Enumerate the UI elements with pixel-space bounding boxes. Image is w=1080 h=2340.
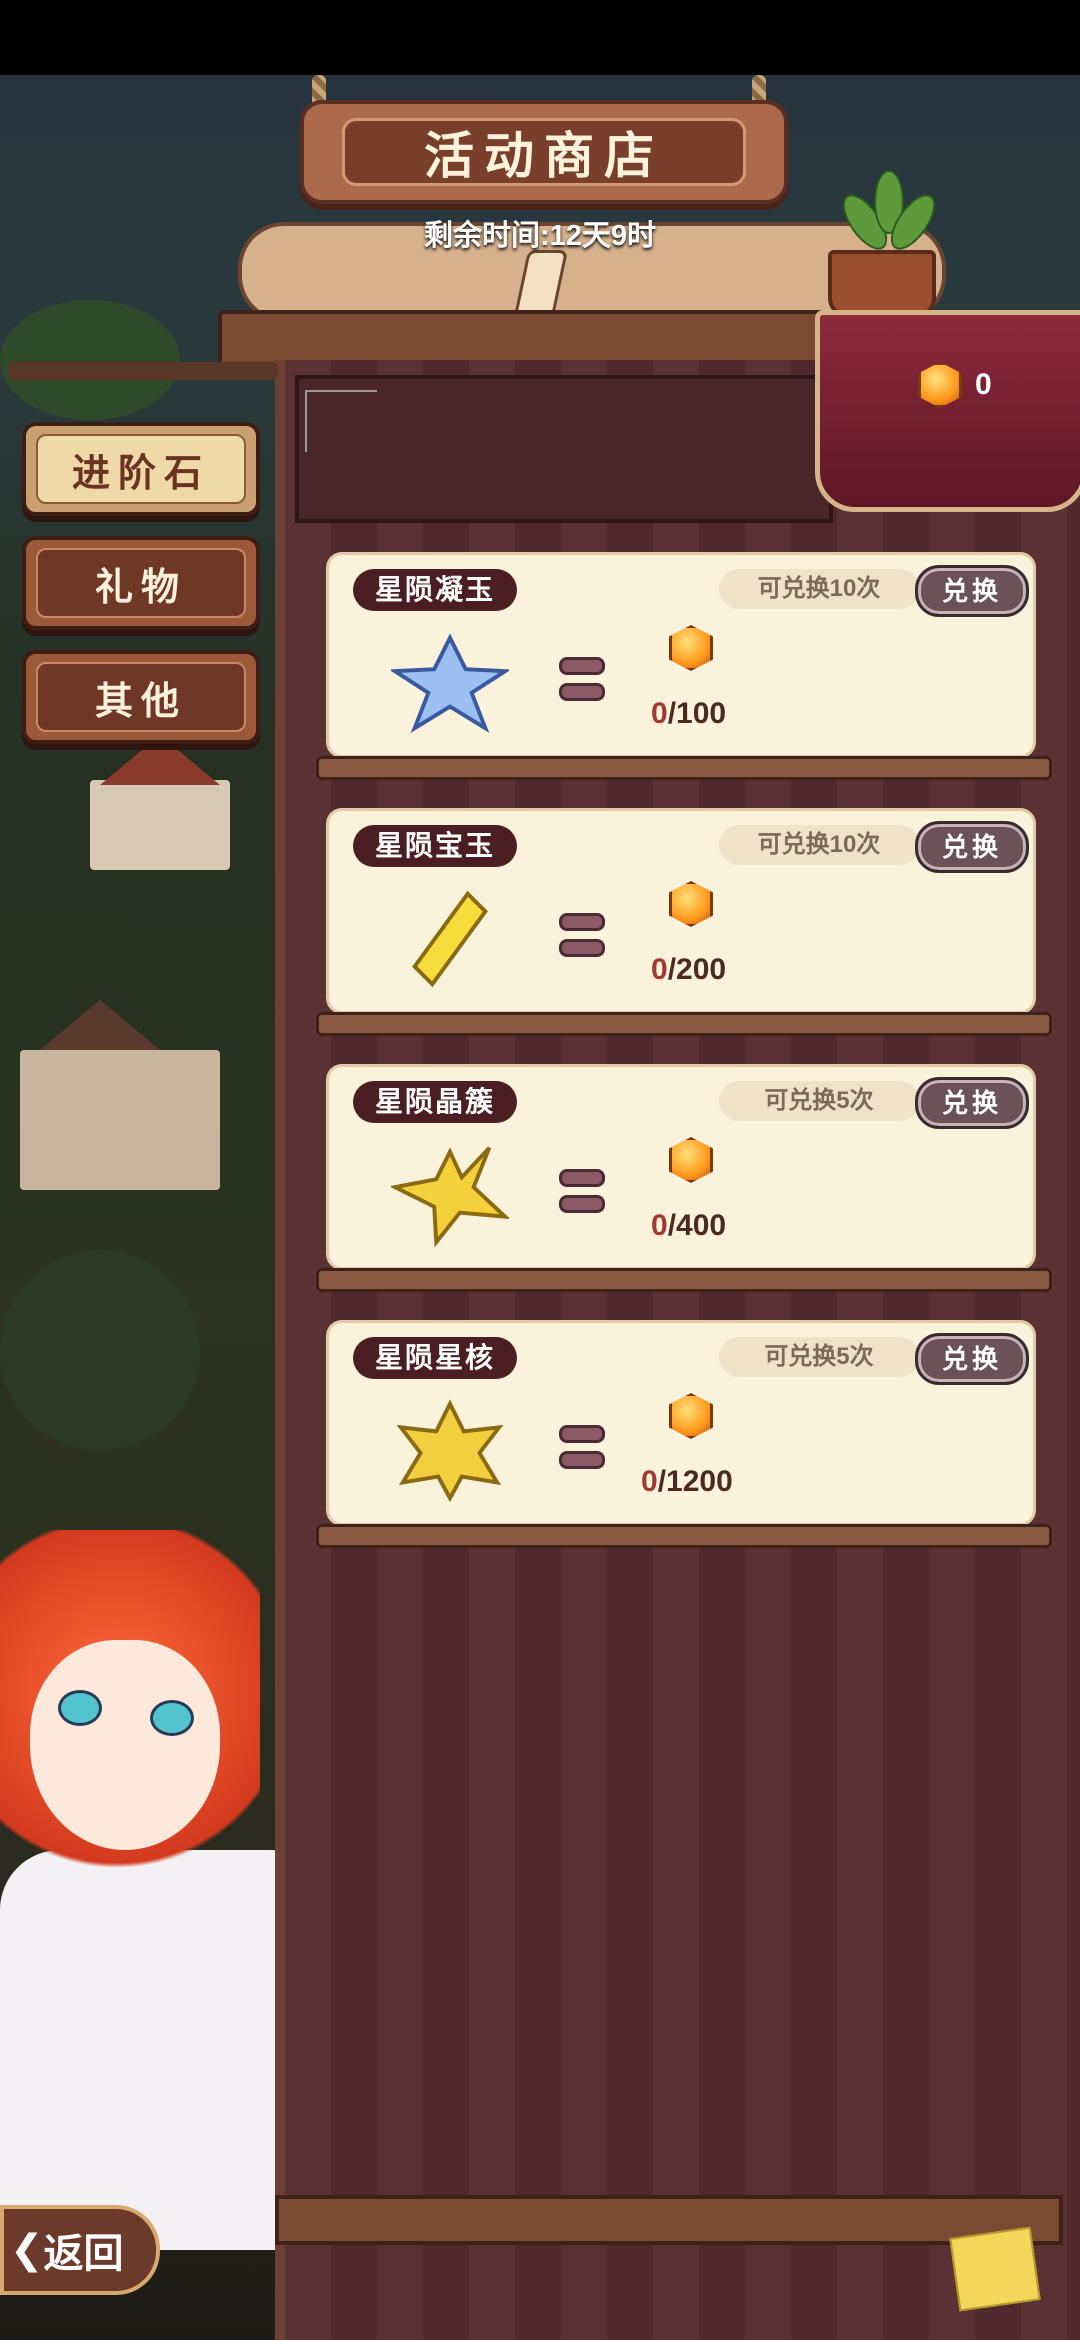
house-decoration [90,780,230,870]
equals-icon [559,1169,605,1221]
remaining-time: 剩余时间:12天9时 [423,220,657,252]
character-eye [58,1690,102,1726]
character-face [30,1640,220,1850]
card-shelf [316,1012,1052,1036]
cluster-crystal-icon [391,1146,509,1247]
equals-icon [559,913,605,965]
owned-count: 0 [651,1209,668,1242]
shop-item-card: 星陨凝玉 可兑换10次 兑换 0/100 [326,552,1036,758]
core-crystal-icon [396,1399,504,1503]
owned-count: 0 [651,953,668,986]
item-cost: 0/200 [651,953,726,987]
chevron-left-icon: ❮ [10,2228,44,2272]
required-count: /1200 [657,1465,733,1498]
house-decoration [20,1050,220,1190]
exchange-button[interactable]: 兑换 [915,821,1029,873]
plant-pot [828,250,936,318]
tab-bracket [8,362,278,380]
shop-title-sign: 活动商店 [300,100,788,204]
shop-item-card: 星陨宝玉 可兑换10次 兑换 0/200 [326,808,1036,1014]
exchange-button[interactable]: 兑换 [915,1333,1029,1385]
orange-gem-icon [669,1137,713,1183]
sticky-note-icon[interactable] [949,2226,1041,2312]
cobweb-decoration [305,390,377,452]
tab-other[interactable]: 其他 [22,650,260,744]
currency-panel [815,310,1080,512]
tab-gift[interactable]: 礼物 [22,536,260,630]
back-label: 返回 [43,2232,124,2276]
back-button[interactable]: ❮ 返回 [0,2205,160,2295]
exchange-limit: 可兑换10次 [719,569,919,609]
tree-decoration [0,300,180,420]
character-eye [150,1700,194,1736]
exchange-limit: 可兑换5次 [719,1081,919,1121]
currency-count: 0 [975,368,992,401]
exchange-limit: 可兑换10次 [719,825,919,865]
shop-item-card: 星陨晶簇 可兑换5次 兑换 0/400 [326,1064,1036,1270]
required-count: /400 [667,1209,727,1242]
diamond-crystal-icon [412,890,488,988]
equals-icon [559,657,605,709]
item-cost: 0/400 [651,1209,726,1243]
owned-count: 0 [651,697,668,730]
required-count: /100 [667,697,727,730]
tab-advance-stone[interactable]: 进阶石 [22,422,260,516]
owned-count: 0 [641,1465,658,1498]
shop-item-card: 星陨星核 可兑换5次 兑换 0/1200 [326,1320,1036,1526]
equals-icon [559,1425,605,1477]
tab-label: 进阶石 [36,434,246,504]
cabinet-floor [275,2195,1063,2245]
item-cost: 0/1200 [641,1465,733,1499]
shop-title: 活动商店 [342,118,746,186]
exchange-button[interactable]: 兑换 [915,1077,1029,1129]
tab-label: 礼物 [36,548,246,618]
card-shelf [316,1524,1052,1548]
roof-decoration [40,1000,160,1050]
card-shelf [316,1268,1052,1292]
exchange-limit: 可兑换5次 [719,1337,919,1377]
tab-label: 其他 [36,662,246,732]
item-name: 星陨星核 [353,1337,518,1379]
orange-gem-icon [669,881,713,927]
tree-decoration [0,1250,200,1450]
item-name: 星陨晶簇 [353,1081,518,1123]
required-count: /200 [667,953,727,986]
orange-gem-icon [669,1393,713,1439]
star-crystal-icon [391,633,509,733]
item-cost: 0/100 [651,697,726,731]
card-shelf [316,756,1052,780]
item-name: 星陨凝玉 [353,569,518,611]
status-bar [0,0,1080,75]
orange-gem-icon [669,625,713,671]
item-name: 星陨宝玉 [353,825,518,867]
exchange-button[interactable]: 兑换 [915,565,1029,617]
